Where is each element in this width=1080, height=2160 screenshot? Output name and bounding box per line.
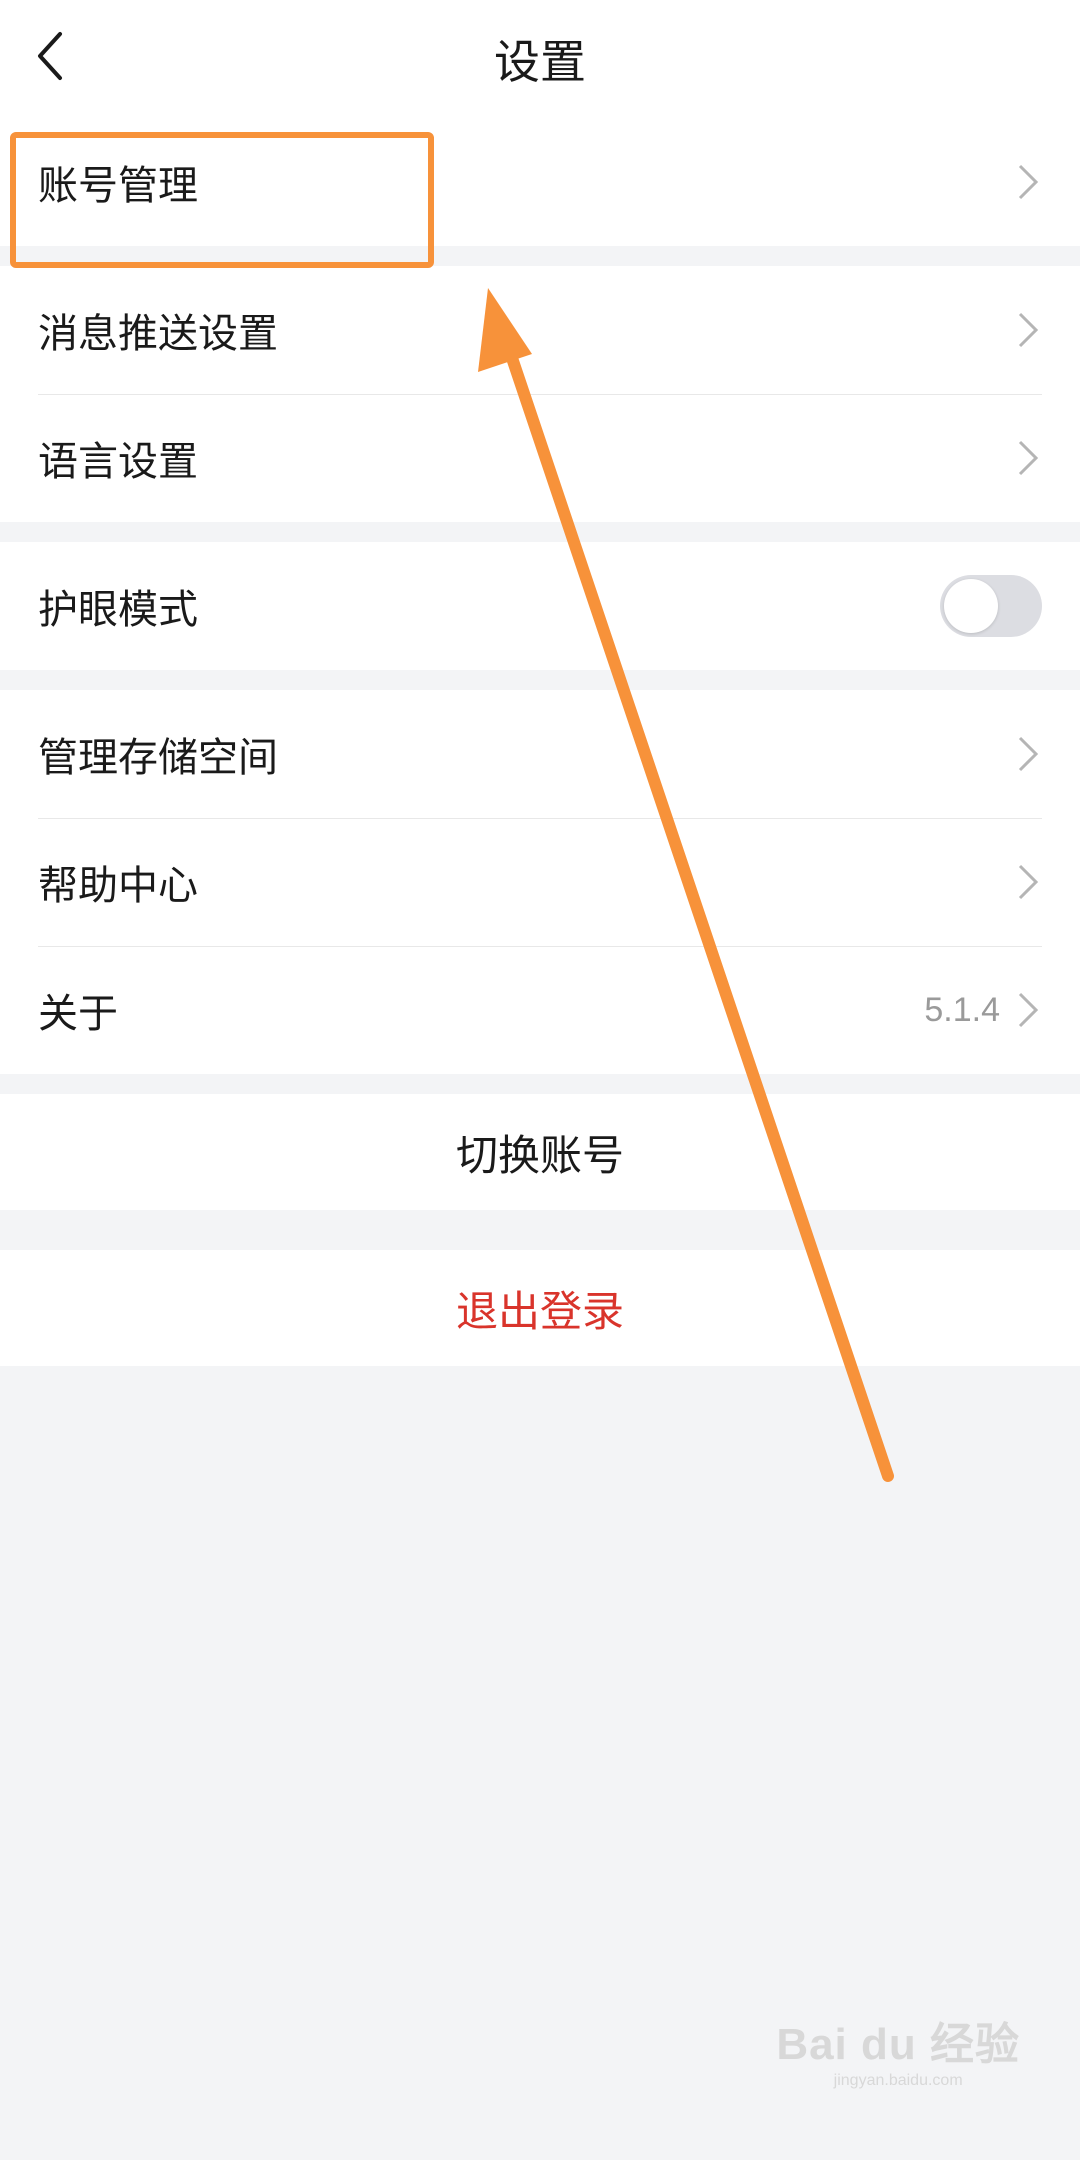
watermark-main: Bai du 经验 [776, 2020, 1020, 2069]
baidu-jingyan-watermark: Bai du 经验 jingyan.baidu.com [776, 2008, 1020, 2090]
watermark-sub: jingyan.baidu.com [833, 2072, 963, 2089]
annotation-arrow [478, 288, 894, 1482]
